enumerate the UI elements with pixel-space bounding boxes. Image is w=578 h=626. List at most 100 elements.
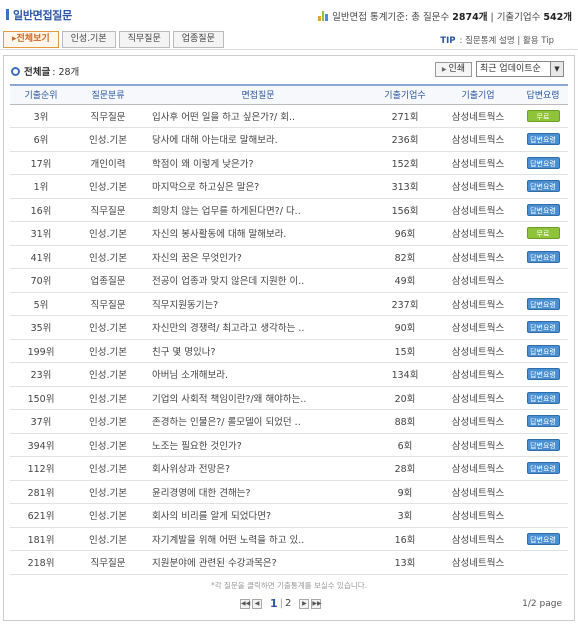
category-cell: 직무질문 [72,198,144,222]
company-cell: 삼성네트웍스 [438,527,518,551]
answer-tips-button[interactable]: 답변요령 [526,321,560,334]
question-link[interactable]: 마지막으로 하고싶은 말은? [144,174,372,199]
rank-cell: 41위 [10,245,72,269]
table-row[interactable]: 181위 인성.기본 자기계발을 위해 어떤 노력을 하고 있.. 16회 삼성네트웍스… [10,527,568,551]
table-row[interactable]: 218위 직무질문 지원분야에 관련된 수강과목은? 13회 삼성네트웍스 [10,550,568,575]
answer-cell: 답변요령 [518,315,568,340]
question-link[interactable]: 직무지원동기는? [144,292,372,316]
question-link[interactable]: 윤리경영에 대한 견해는? [144,480,372,504]
company-cell: 삼성네트웍스 [438,104,518,128]
company-cell: 삼성네트웍스 [438,433,518,457]
question-link[interactable]: 입사후 어떤 일을 하고 싶은가?/ 회.. [144,104,372,128]
tab-all[interactable]: ▸전체보기 [3,31,59,48]
table-row[interactable]: 35위 인성.기본 자신만의 경쟁력/ 최고라고 생각하는 .. 90회 삼성네트웍스 답… [10,315,568,340]
rank-cell: 35위 [10,315,72,340]
count-cell: 13회 [372,550,438,575]
answer-tips-button[interactable]: 답변요령 [526,368,560,381]
next-page-icon[interactable]: ▶ [299,598,310,609]
page-2-link[interactable]: 2 [285,598,291,609]
count-cell: 134회 [372,362,438,387]
answer-tips-button[interactable]: 답변요령 [526,438,560,451]
company-cell: 삼성네트웍스 [438,245,518,269]
question-link[interactable]: 학점이 왜 이렇게 낮은가? [144,151,372,175]
answer-tips-button[interactable]: 답변요령 [526,462,560,475]
table-row[interactable]: 394위 인성.기본 노조는 필요한 것인가? 6회 삼성네트웍스 답변요령 [10,433,568,457]
count-cell: 271회 [372,104,438,128]
question-link[interactable]: 자신만의 경쟁력/ 최고라고 생각하는 .. [144,315,372,340]
table-row[interactable]: 199위 인성.기본 친구 몇 명있나? 15회 삼성네트웍스 답변요령 [10,339,568,363]
table-row[interactable]: 112위 인성.기본 회사위상과 전망은? 28회 삼성네트웍스 답변요령 [10,456,568,481]
answer-tips-button[interactable]: 답변요령 [526,156,560,169]
question-link[interactable]: 자신의 꿈은 무엇인가? [144,245,372,269]
question-link[interactable]: 친구 몇 명있나? [144,339,372,363]
answer-tips-button[interactable]: 답변요령 [526,532,560,545]
tab-personality[interactable]: 인성.기본 [61,31,116,48]
answer-tips-button[interactable]: 답변요령 [526,203,560,216]
category-cell: 인성.기본 [72,315,144,340]
question-link[interactable]: 기업의 사회적 책임이란?/왜 해야하는.. [144,386,372,410]
free-badge-button[interactable]: 무료 [526,109,560,122]
table-row[interactable]: 6위 인성.기본 당사에 대해 아는대로 말해보라. 236회 삼성네트웍스 답변요령 [10,127,568,152]
company-cell: 삼성네트웍스 [438,480,518,504]
tab-industry[interactable]: 업종질문 [172,31,224,48]
table-row[interactable]: 16위 직무질문 희망치 않는 업무를 하게된다면?/ 다.. 156회 삼성네트웍스 답… [10,198,568,222]
tip-link[interactable]: TIP: 질문통계 설명 | 활용 Tip [440,34,554,46]
question-link[interactable]: 아버님 소개해보라. [144,362,372,387]
question-link[interactable]: 지원분야에 관련된 수강과목은? [144,550,372,575]
question-link[interactable]: 존경하는 인물은?/ 롤모델이 되었던 .. [144,409,372,434]
table-row[interactable]: 23위 인성.기본 아버님 소개해보라. 134회 삼성네트웍스 답변요령 [10,362,568,387]
rank-cell: 218위 [10,550,72,575]
answer-tips-button[interactable]: 답변요령 [526,133,560,146]
answer-tips-button[interactable]: 답변요령 [526,344,560,357]
count-cell: 96회 [372,221,438,246]
sort-select[interactable]: 최근 업데이트순 ▼ [476,61,564,77]
table-row[interactable]: 41위 인성.기본 자신의 꿈은 무엇인가? 82회 삼성네트웍스 답변요령 [10,245,568,269]
answer-tips-button[interactable]: 답변요령 [526,250,560,263]
page-header: 일반면접질문 일반면접 통계기준: 총 질문수 2874개 | 기출기업수 54… [0,0,578,28]
tab-job[interactable]: 직무질문 [118,31,170,48]
question-link[interactable]: 전공이 업종과 맞지 않은데 지원한 이.. [144,268,372,293]
question-link[interactable]: 자신의 봉사활동에 대해 말해보라. [144,221,372,246]
answer-cell [518,503,568,528]
table-row[interactable]: 17위 개인이력 학점이 왜 이렇게 낮은가? 152회 삼성네트웍스 답변요령 [10,151,568,175]
count-cell: 16회 [372,527,438,551]
question-link[interactable]: 노조는 필요한 것인가? [144,433,372,457]
question-link[interactable]: 회사의 비리를 알게 되었다면? [144,503,372,528]
table-row[interactable]: 37위 인성.기본 존경하는 인물은?/ 롤모델이 되었던 .. 88회 삼성네트웍스 답… [10,409,568,434]
total-count: 전체글: 28개 [11,64,79,78]
answer-cell: 답변요령 [518,362,568,387]
answer-tips-button[interactable]: 답변요령 [526,391,560,404]
answer-tips-button[interactable]: 답변요령 [526,415,560,428]
rank-cell: 6위 [10,127,72,152]
prev-page-icon[interactable]: ◀ [252,598,262,609]
answer-tips-button[interactable]: 답변요령 [526,297,560,310]
table-row[interactable]: 150위 인성.기본 기업의 사회적 책임이란?/왜 해야하는.. 20회 삼성네트웍스… [10,386,568,410]
print-button[interactable]: ▶ 인쇄 [434,62,472,77]
category-cell: 인성.기본 [72,339,144,363]
bullet-circle-icon [11,66,20,76]
table-row[interactable]: 5위 직무질문 직무지원동기는? 237회 삼성네트웍스 답변요령 [10,292,568,316]
table-row[interactable]: 1위 인성.기본 마지막으로 하고싶은 말은? 313회 삼성네트웍스 답변요령 [10,174,568,199]
table-row[interactable]: 31위 인성.기본 자신의 봉사활동에 대해 말해보라. 96회 삼성네트웍스 무료 [10,221,568,246]
first-page-icon[interactable]: ◀◀ [240,598,250,609]
question-link[interactable]: 희망치 않는 업무를 하게된다면?/ 다.. [144,198,372,222]
table-row[interactable]: 70위 업종질문 전공이 업종과 맞지 않은데 지원한 이.. 49회 삼성네트웍스 [10,268,568,293]
answer-tips-button[interactable]: 답변요령 [526,180,560,193]
table-row[interactable]: 3위 직무질문 입사후 어떤 일을 하고 싶은가?/ 회.. 271회 삼성네트웍스 무료 [10,104,568,128]
question-link[interactable]: 회사위상과 전망은? [144,456,372,481]
table-row[interactable]: 621위 인성.기본 회사의 비리를 알게 되었다면? 3회 삼성네트웍스 [10,503,568,528]
answer-cell: 무료 [518,104,568,128]
free-badge-button[interactable]: 무료 [526,227,560,240]
table-row[interactable]: 281위 인성.기본 윤리경영에 대한 견해는? 9회 삼성네트웍스 [10,480,568,504]
question-link[interactable]: 자기계발을 위해 어떤 노력을 하고 있.. [144,527,372,551]
category-cell: 인성.기본 [72,503,144,528]
company-cell: 삼성네트웍스 [438,503,518,528]
answer-cell: 답변요령 [518,386,568,410]
question-link[interactable]: 당사에 대해 아는대로 말해보라. [144,127,372,152]
count-cell: 82회 [372,245,438,269]
category-cell: 인성.기본 [72,386,144,410]
divider [0,49,578,50]
rank-cell: 281위 [10,480,72,504]
last-page-icon[interactable]: ▶▶ [311,598,322,609]
table-body: 3위 직무질문 입사후 어떤 일을 하고 싶은가?/ 회.. 271회 삼성네트웍스 무료… [10,104,568,575]
